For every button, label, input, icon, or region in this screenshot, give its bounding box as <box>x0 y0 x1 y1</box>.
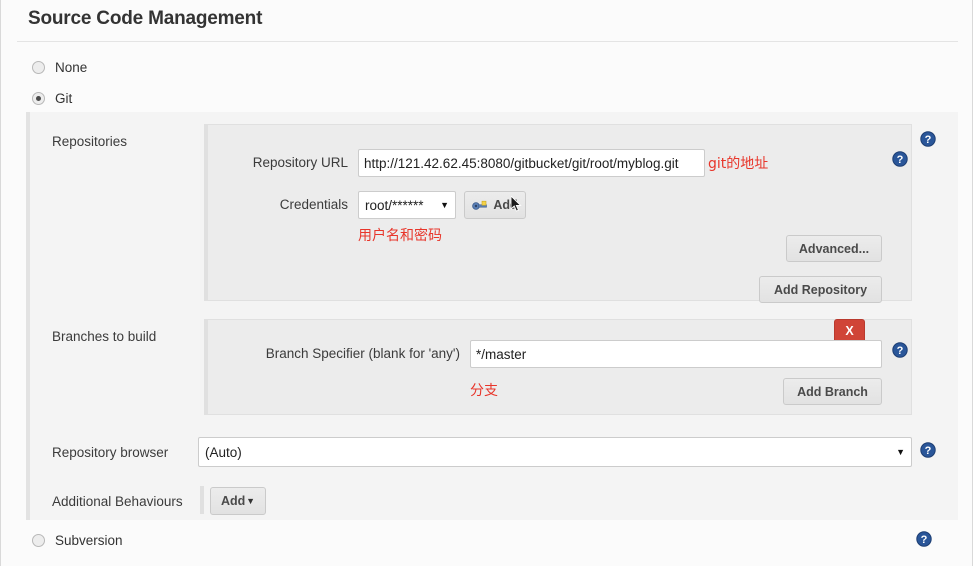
chevron-down-icon: ▼ <box>246 496 255 506</box>
branches-label: Branches to build <box>52 329 156 344</box>
radio-subversion[interactable] <box>32 534 45 547</box>
repository-url-input[interactable] <box>358 149 705 177</box>
help-icon-repositories[interactable]: ? <box>920 131 936 147</box>
advanced-button[interactable]: Advanced... <box>786 235 882 262</box>
scm-option-git[interactable]: Git <box>32 88 72 108</box>
repository-browser-select[interactable]: (Auto) ▼ <box>198 437 912 467</box>
repository-url-annotation: git的地址 <box>708 153 768 173</box>
repository-browser-label: Repository browser <box>52 445 168 460</box>
branch-specifier-annotation: 分支 <box>470 380 498 400</box>
help-icon-subversion[interactable]: ? <box>916 531 932 547</box>
add-branch-button-label: Add Branch <box>797 385 868 399</box>
chevron-down-icon: ▼ <box>432 200 449 210</box>
delete-branch-button-label: X <box>845 324 853 338</box>
scm-option-git-label: Git <box>55 91 72 106</box>
branch-specifier-input[interactable] <box>470 340 882 368</box>
add-credentials-button-label: Add <box>493 198 517 212</box>
additional-behaviours-label: Additional Behaviours <box>52 494 183 509</box>
add-repository-button-label: Add Repository <box>774 283 867 297</box>
additional-behaviours-add-button[interactable]: Add ▼ <box>210 487 266 515</box>
key-icon <box>472 198 488 212</box>
help-icon-branch-specifier[interactable]: ? <box>892 342 908 358</box>
svg-text:?: ? <box>925 134 932 146</box>
scm-option-none-label: None <box>55 60 87 75</box>
repository-panel: Repository URL git的地址 ? Credentials root… <box>204 124 912 301</box>
radio-git[interactable] <box>32 92 45 105</box>
credentials-annotation: 用户名和密码 <box>358 225 442 245</box>
title-divider <box>17 41 958 42</box>
svg-text:?: ? <box>897 345 904 357</box>
help-icon-repository-browser[interactable]: ? <box>920 442 936 458</box>
svg-text:?: ? <box>921 534 928 546</box>
chevron-down-icon: ▼ <box>888 447 905 457</box>
branch-panel: X Branch Specifier (blank for 'any') ? 分… <box>204 319 912 415</box>
credentials-select[interactable]: root/****** ▼ <box>358 191 456 219</box>
page-title: Source Code Management <box>28 8 262 30</box>
repository-browser-selected-value: (Auto) <box>205 445 242 460</box>
add-repository-button[interactable]: Add Repository <box>759 276 882 303</box>
additional-behaviours-rule <box>200 486 204 514</box>
credentials-label: Credentials <box>208 197 348 212</box>
help-icon-repository-url[interactable]: ? <box>892 151 908 167</box>
repository-url-label: Repository URL <box>208 155 348 170</box>
scm-config-page: Source Code Management None Git Reposito… <box>0 0 973 566</box>
scm-option-subversion[interactable]: Subversion <box>32 530 123 550</box>
branch-specifier-label: Branch Specifier (blank for 'any') <box>208 346 460 361</box>
radio-none[interactable] <box>32 61 45 74</box>
credentials-selected-value: root/****** <box>365 198 424 213</box>
svg-text:?: ? <box>897 154 904 166</box>
add-credentials-button[interactable]: Add <box>464 191 526 219</box>
scm-option-none[interactable]: None <box>32 57 87 77</box>
git-settings-body: Repositories Repository URL git的地址 ? Cre… <box>26 112 958 520</box>
additional-behaviours-add-button-label: Add <box>221 494 245 508</box>
svg-text:?: ? <box>925 445 932 457</box>
add-branch-button[interactable]: Add Branch <box>783 378 882 405</box>
advanced-button-label: Advanced... <box>799 242 869 256</box>
scm-option-subversion-label: Subversion <box>55 533 123 548</box>
repositories-label: Repositories <box>52 134 127 149</box>
